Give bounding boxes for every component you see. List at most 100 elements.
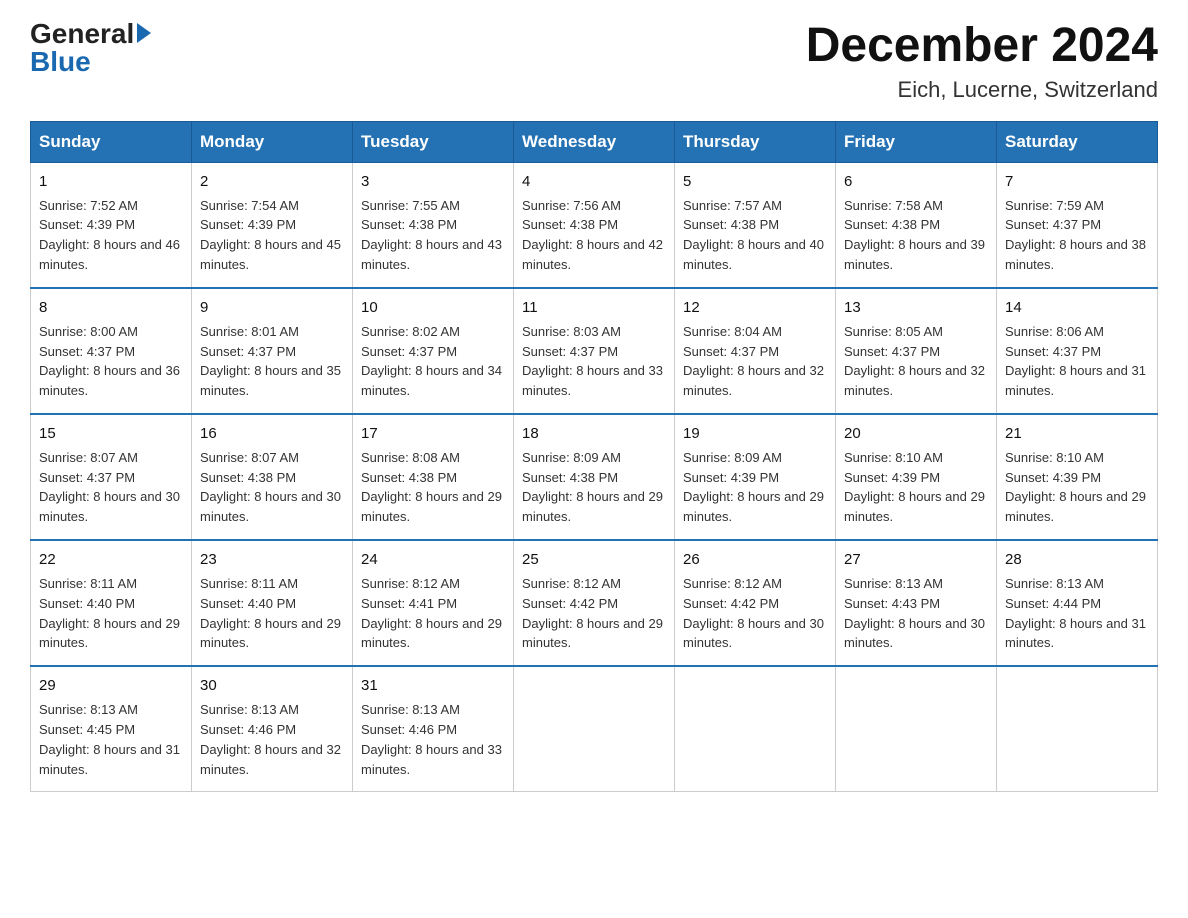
day-info: Sunrise: 7:55 AMSunset: 4:38 PMDaylight:…: [361, 198, 502, 273]
header-tuesday: Tuesday: [353, 121, 514, 162]
calendar-cell: [514, 666, 675, 792]
day-number: 21: [1005, 423, 1149, 445]
day-number: 18: [522, 423, 666, 445]
day-number: 19: [683, 423, 827, 445]
calendar-cell: 6Sunrise: 7:58 AMSunset: 4:38 PMDaylight…: [836, 162, 997, 288]
calendar-cell: 29Sunrise: 8:13 AMSunset: 4:45 PMDayligh…: [31, 666, 192, 792]
day-number: 12: [683, 297, 827, 319]
calendar-cell: [997, 666, 1158, 792]
day-info: Sunrise: 8:08 AMSunset: 4:38 PMDaylight:…: [361, 450, 502, 525]
day-info: Sunrise: 8:01 AMSunset: 4:37 PMDaylight:…: [200, 324, 341, 399]
day-info: Sunrise: 8:12 AMSunset: 4:41 PMDaylight:…: [361, 576, 502, 651]
week-row-1: 1Sunrise: 7:52 AMSunset: 4:39 PMDaylight…: [31, 162, 1158, 288]
day-info: Sunrise: 8:02 AMSunset: 4:37 PMDaylight:…: [361, 324, 502, 399]
day-info: Sunrise: 8:11 AMSunset: 4:40 PMDaylight:…: [200, 576, 341, 651]
header-friday: Friday: [836, 121, 997, 162]
logo-blue-text: Blue: [30, 48, 91, 76]
calendar-cell: 10 Sunrise: 8:02 AMSunset: 4:37 PMDayligh…: [353, 288, 514, 414]
day-info: Sunrise: 8:13 AMSunset: 4:46 PMDaylight:…: [361, 702, 502, 777]
day-info: Sunrise: 8:04 AMSunset: 4:37 PMDaylight:…: [683, 324, 824, 399]
calendar-cell: 24 Sunrise: 8:12 AMSunset: 4:41 PMDayligh…: [353, 540, 514, 666]
day-number: 15: [39, 423, 183, 445]
day-info: Sunrise: 7:56 AMSunset: 4:38 PMDaylight:…: [522, 198, 663, 273]
day-number: 1: [39, 171, 183, 193]
header-wednesday: Wednesday: [514, 121, 675, 162]
calendar-cell: 30Sunrise: 8:13 AMSunset: 4:46 PMDayligh…: [192, 666, 353, 792]
calendar-subtitle: Eich, Lucerne, Switzerland: [806, 77, 1158, 103]
day-info: Sunrise: 7:59 AMSunset: 4:37 PMDaylight:…: [1005, 198, 1146, 273]
week-row-4: 22 Sunrise: 8:11 AMSunset: 4:40 PMDayligh…: [31, 540, 1158, 666]
day-info: Sunrise: 8:13 AMSunset: 4:43 PMDaylight:…: [844, 576, 985, 651]
day-number: 9: [200, 297, 344, 319]
calendar-cell: [675, 666, 836, 792]
calendar-cell: 19 Sunrise: 8:09 AMSunset: 4:39 PMDayligh…: [675, 414, 836, 540]
calendar-cell: 9 Sunrise: 8:01 AMSunset: 4:37 PMDaylight…: [192, 288, 353, 414]
day-info: Sunrise: 7:58 AMSunset: 4:38 PMDaylight:…: [844, 198, 985, 273]
day-number: 16: [200, 423, 344, 445]
day-number: 17: [361, 423, 505, 445]
day-info: Sunrise: 8:11 AMSunset: 4:40 PMDaylight:…: [39, 576, 180, 651]
day-number: 5: [683, 171, 827, 193]
day-info: Sunrise: 8:00 AMSunset: 4:37 PMDaylight:…: [39, 324, 180, 399]
calendar-cell: 28 Sunrise: 8:13 AMSunset: 4:44 PMDayligh…: [997, 540, 1158, 666]
day-number: 10: [361, 297, 505, 319]
day-info: Sunrise: 8:09 AMSunset: 4:39 PMDaylight:…: [683, 450, 824, 525]
day-number: 4: [522, 171, 666, 193]
day-number: 31: [361, 675, 505, 697]
day-number: 22: [39, 549, 183, 571]
calendar-cell: 23 Sunrise: 8:11 AMSunset: 4:40 PMDayligh…: [192, 540, 353, 666]
calendar-cell: 1Sunrise: 7:52 AMSunset: 4:39 PMDaylight…: [31, 162, 192, 288]
calendar-cell: 17 Sunrise: 8:08 AMSunset: 4:38 PMDayligh…: [353, 414, 514, 540]
header-saturday: Saturday: [997, 121, 1158, 162]
title-block: December 2024 Eich, Lucerne, Switzerland: [806, 20, 1158, 103]
day-info: Sunrise: 8:07 AMSunset: 4:38 PMDaylight:…: [200, 450, 341, 525]
day-info: Sunrise: 8:13 AMSunset: 4:44 PMDaylight:…: [1005, 576, 1146, 651]
day-number: 20: [844, 423, 988, 445]
day-info: Sunrise: 8:07 AMSunset: 4:37 PMDaylight:…: [39, 450, 180, 525]
calendar-cell: 14Sunrise: 8:06 AMSunset: 4:37 PMDayligh…: [997, 288, 1158, 414]
calendar-cell: 26 Sunrise: 8:12 AMSunset: 4:42 PMDayligh…: [675, 540, 836, 666]
day-info: Sunrise: 8:05 AMSunset: 4:37 PMDaylight:…: [844, 324, 985, 399]
calendar-header-row: SundayMondayTuesdayWednesdayThursdayFrid…: [31, 121, 1158, 162]
day-info: Sunrise: 8:06 AMSunset: 4:37 PMDaylight:…: [1005, 324, 1146, 399]
day-number: 7: [1005, 171, 1149, 193]
day-info: Sunrise: 7:54 AMSunset: 4:39 PMDaylight:…: [200, 198, 341, 273]
calendar-table: SundayMondayTuesdayWednesdayThursdayFrid…: [30, 121, 1158, 793]
day-number: 29: [39, 675, 183, 697]
logo: General Blue: [30, 20, 151, 76]
day-number: 24: [361, 549, 505, 571]
day-number: 30: [200, 675, 344, 697]
day-number: 2: [200, 171, 344, 193]
calendar-cell: 13 Sunrise: 8:05 AMSunset: 4:37 PMDayligh…: [836, 288, 997, 414]
calendar-cell: 2 Sunrise: 7:54 AMSunset: 4:39 PMDaylight…: [192, 162, 353, 288]
calendar-cell: 18 Sunrise: 8:09 AMSunset: 4:38 PMDayligh…: [514, 414, 675, 540]
calendar-cell: [836, 666, 997, 792]
calendar-cell: 20Sunrise: 8:10 AMSunset: 4:39 PMDayligh…: [836, 414, 997, 540]
calendar-cell: 11 Sunrise: 8:03 AMSunset: 4:37 PMDayligh…: [514, 288, 675, 414]
calendar-title: December 2024: [806, 20, 1158, 73]
day-number: 23: [200, 549, 344, 571]
calendar-cell: 3Sunrise: 7:55 AMSunset: 4:38 PMDaylight…: [353, 162, 514, 288]
day-number: 28: [1005, 549, 1149, 571]
week-row-2: 8Sunrise: 8:00 AMSunset: 4:37 PMDaylight…: [31, 288, 1158, 414]
day-info: Sunrise: 8:09 AMSunset: 4:38 PMDaylight:…: [522, 450, 663, 525]
day-info: Sunrise: 8:12 AMSunset: 4:42 PMDaylight:…: [683, 576, 824, 651]
day-number: 11: [522, 297, 666, 319]
calendar-cell: 4 Sunrise: 7:56 AMSunset: 4:38 PMDaylight…: [514, 162, 675, 288]
header-thursday: Thursday: [675, 121, 836, 162]
header-monday: Monday: [192, 121, 353, 162]
calendar-cell: 7 Sunrise: 7:59 AMSunset: 4:37 PMDaylight…: [997, 162, 1158, 288]
header-sunday: Sunday: [31, 121, 192, 162]
calendar-cell: 12 Sunrise: 8:04 AMSunset: 4:37 PMDayligh…: [675, 288, 836, 414]
calendar-cell: 16 Sunrise: 8:07 AMSunset: 4:38 PMDayligh…: [192, 414, 353, 540]
day-number: 13: [844, 297, 988, 319]
day-info: Sunrise: 8:03 AMSunset: 4:37 PMDaylight:…: [522, 324, 663, 399]
calendar-cell: 21Sunrise: 8:10 AMSunset: 4:39 PMDayligh…: [997, 414, 1158, 540]
calendar-cell: 8Sunrise: 8:00 AMSunset: 4:37 PMDaylight…: [31, 288, 192, 414]
day-number: 26: [683, 549, 827, 571]
day-info: Sunrise: 8:12 AMSunset: 4:42 PMDaylight:…: [522, 576, 663, 651]
calendar-cell: 31 Sunrise: 8:13 AMSunset: 4:46 PMDayligh…: [353, 666, 514, 792]
day-number: 25: [522, 549, 666, 571]
calendar-cell: 25 Sunrise: 8:12 AMSunset: 4:42 PMDayligh…: [514, 540, 675, 666]
week-row-5: 29Sunrise: 8:13 AMSunset: 4:45 PMDayligh…: [31, 666, 1158, 792]
